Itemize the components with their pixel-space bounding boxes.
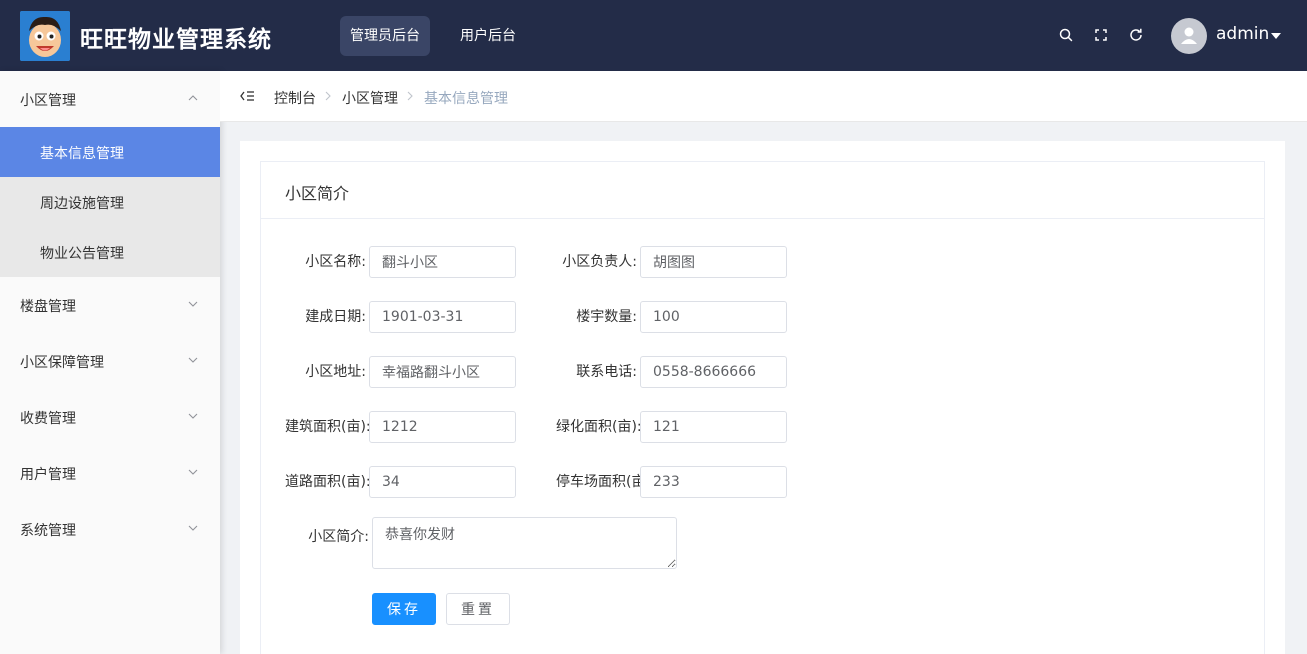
field-label-manager: 小区负责人: bbox=[562, 254, 637, 270]
sidebar-item-label: 用户管理 bbox=[20, 467, 76, 483]
chevron-down-icon[interactable] bbox=[1271, 33, 1281, 39]
field-label-phone: 联系电话: bbox=[576, 364, 637, 380]
chevron-down-icon bbox=[188, 301, 198, 307]
sidebar-item-system[interactable]: 系统管理 bbox=[0, 501, 220, 557]
chevron-up-icon bbox=[188, 95, 198, 101]
tab-user-backend[interactable]: 用户后台 bbox=[450, 16, 526, 56]
green-area-input[interactable] bbox=[640, 411, 787, 443]
sidebar-item-label: 系统管理 bbox=[20, 523, 76, 539]
breadcrumb: 控制台 小区管理 基本信息管理 bbox=[220, 71, 1307, 122]
sidebar-item-label: 收费管理 bbox=[20, 411, 76, 427]
avatar[interactable] bbox=[1171, 18, 1207, 54]
chevron-right-icon bbox=[407, 91, 413, 101]
parking-area-input[interactable] bbox=[640, 466, 787, 498]
card-title: 小区简介 bbox=[285, 184, 350, 203]
chevron-down-icon bbox=[188, 413, 198, 419]
road-area-input[interactable] bbox=[369, 466, 516, 498]
breadcrumb-current: 基本信息管理 bbox=[424, 91, 508, 107]
address-input[interactable] bbox=[369, 356, 516, 388]
chevron-down-icon bbox=[188, 357, 198, 363]
sidebar-item-users[interactable]: 用户管理 bbox=[0, 445, 220, 501]
collapse-sidebar-icon[interactable] bbox=[240, 90, 255, 102]
field-label-name: 小区名称: bbox=[305, 254, 366, 270]
building-count-input[interactable] bbox=[640, 301, 787, 333]
sidebar-subitem-label: 基本信息管理 bbox=[40, 146, 124, 162]
chevron-down-icon bbox=[188, 469, 198, 475]
build-date-input[interactable] bbox=[369, 301, 516, 333]
manager-input[interactable] bbox=[640, 246, 787, 278]
search-icon[interactable] bbox=[1058, 27, 1074, 43]
tab-admin-backend[interactable]: 管理员后台 bbox=[340, 16, 430, 56]
info-card bbox=[260, 161, 1265, 654]
breadcrumb-dashboard[interactable]: 控制台 bbox=[274, 88, 316, 108]
sidebar-subitem-basic-info[interactable]: 基本信息管理 bbox=[0, 127, 220, 177]
field-label-parking-area: 停车场面积(亩): bbox=[556, 474, 640, 490]
sidebar-item-billing[interactable]: 收费管理 bbox=[0, 389, 220, 445]
sidebar-item-security[interactable]: 小区保障管理 bbox=[0, 333, 220, 389]
sidebar-subitem-label: 物业公告管理 bbox=[40, 246, 124, 262]
fullscreen-icon[interactable] bbox=[1093, 27, 1109, 43]
card-divider bbox=[261, 218, 1264, 219]
top-header: 旺旺物业管理系统 管理员后台 用户后台 admin bbox=[0, 0, 1307, 71]
reset-button[interactable]: 重置 bbox=[446, 593, 510, 625]
save-button[interactable]: 保存 bbox=[372, 593, 436, 625]
field-label-building-count: 楼宇数量: bbox=[576, 309, 637, 325]
field-label-intro: 小区简介: bbox=[308, 529, 369, 545]
building-area-input[interactable] bbox=[369, 411, 516, 443]
breadcrumb-community[interactable]: 小区管理 bbox=[342, 88, 398, 108]
field-label-green-area: 绿化面积(亩): bbox=[556, 419, 640, 435]
refresh-icon[interactable] bbox=[1128, 27, 1144, 43]
sidebar-subitem-label: 周边设施管理 bbox=[40, 196, 124, 212]
sidebar-subitem-announcements[interactable]: 物业公告管理 bbox=[0, 227, 220, 277]
intro-textarea[interactable]: 恭喜你发财 bbox=[372, 517, 677, 569]
field-label-building-area: 建筑面积(亩): bbox=[285, 419, 369, 435]
sidebar-item-label: 小区管理 bbox=[20, 93, 76, 109]
community-name-input[interactable] bbox=[369, 246, 516, 278]
sidebar-subitem-facilities[interactable]: 周边设施管理 bbox=[0, 177, 220, 227]
sidebar: 小区管理 基本信息管理 周边设施管理 物业公告管理 楼盘管理 小区保障管理 收费… bbox=[0, 71, 220, 654]
sidebar-item-buildings[interactable]: 楼盘管理 bbox=[0, 277, 220, 333]
chevron-down-icon bbox=[188, 525, 198, 531]
chevron-right-icon bbox=[325, 91, 331, 101]
field-label-road-area: 道路面积(亩): bbox=[285, 474, 369, 490]
logo-icon bbox=[20, 11, 70, 61]
sidebar-item-label: 小区保障管理 bbox=[20, 355, 104, 371]
sidebar-item-community[interactable]: 小区管理 bbox=[0, 71, 220, 127]
app-title: 旺旺物业管理系统 bbox=[80, 27, 272, 53]
field-label-build-date: 建成日期: bbox=[305, 309, 366, 325]
sidebar-item-label: 楼盘管理 bbox=[20, 299, 76, 315]
phone-input[interactable] bbox=[640, 356, 787, 388]
username[interactable]: admin bbox=[1216, 24, 1269, 44]
field-label-address: 小区地址: bbox=[305, 364, 366, 380]
